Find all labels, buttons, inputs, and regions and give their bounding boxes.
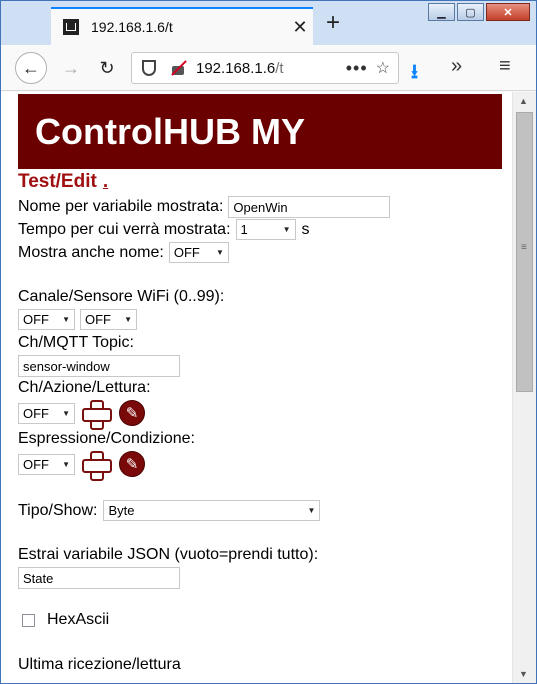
tab-bar: 192.168.1.6/t ✕ + ▁ ▢ ✕: [1, 1, 536, 45]
insecure-lock-icon[interactable]: [170, 60, 186, 76]
back-arrow-icon[interactable]: ←: [15, 52, 47, 84]
url-bar[interactable]: 192.168.1.6/t ••• ☆: [131, 52, 399, 84]
mqtt-label: Ch/MQTT Topic:: [18, 334, 134, 351]
channel-label: Canale/Sensore WiFi (0..99):: [18, 288, 225, 305]
action-label: Ch/Azione/Lettura:: [18, 379, 151, 396]
bookmark-star-icon[interactable]: ☆: [376, 58, 390, 78]
hamburger-menu-icon[interactable]: ≡: [499, 55, 511, 78]
vertical-scrollbar[interactable]: ▲ ≡ ▼: [512, 92, 536, 683]
tab-active[interactable]: 192.168.1.6/t ✕: [51, 7, 313, 45]
chevron-down-icon: ▼: [124, 315, 132, 324]
minimize-button[interactable]: ▁: [428, 3, 455, 21]
new-tab-plus-icon[interactable]: +: [319, 9, 347, 37]
forward-arrow-icon[interactable]: →: [55, 52, 87, 84]
page-header: ControlHUB MY: [18, 94, 502, 169]
action-select[interactable]: OFF ▼: [18, 402, 75, 424]
add-expression-plus-icon[interactable]: [81, 450, 112, 481]
url-path: /t: [275, 59, 284, 77]
chevron-down-icon: ▼: [62, 459, 70, 469]
show-name-select[interactable]: OFF ▼: [168, 242, 229, 263]
browser-window: 192.168.1.6/t ✕ + ▁ ▢ ✕ ← → ↻ 192.168.1.…: [0, 0, 537, 684]
name-input[interactable]: OpenWin: [228, 196, 391, 218]
url-host: 192.168.1.6: [196, 59, 276, 77]
show-name-label: Mostra anche nome:: [18, 243, 164, 261]
page-actions-icon[interactable]: •••: [346, 58, 368, 79]
mqtt-topic-input[interactable]: sensor-window: [18, 355, 180, 377]
tab-title: 192.168.1.6/t: [91, 19, 173, 35]
chevron-down-icon: ▼: [62, 315, 70, 324]
type-select[interactable]: Byte ▼: [103, 500, 321, 521]
time-label: Tempo per cui verrà mostrata:: [18, 220, 231, 238]
chevron-down-icon: ▼: [62, 408, 70, 418]
channel-select-1[interactable]: OFF ▼: [18, 309, 75, 330]
page-viewport: ControlHUB MY Test/Edit . Nome per varia…: [1, 92, 512, 683]
close-window-button[interactable]: ✕: [486, 3, 530, 21]
scroll-down-arrow-icon[interactable]: ▼: [519, 669, 528, 679]
reload-icon[interactable]: ↻: [91, 52, 123, 84]
json-path-input[interactable]: State: [18, 567, 180, 589]
header-title: ControlHUB MY: [35, 111, 305, 152]
add-action-plus-icon[interactable]: [81, 399, 112, 430]
scroll-up-arrow-icon[interactable]: ▲: [519, 96, 528, 106]
time-unit: s: [301, 220, 310, 238]
maximize-button[interactable]: ▢: [457, 3, 484, 21]
edit-action-pencil-icon[interactable]: ✎: [119, 400, 145, 426]
download-icon[interactable]: ⭳: [411, 57, 418, 91]
section-link[interactable]: .: [97, 171, 108, 193]
navigation-bar: ← → ↻ 192.168.1.6/t ••• ☆ ⭳ » ≡: [1, 45, 536, 91]
expr-label: Espressione/Condizione:: [18, 430, 195, 447]
chevron-down-icon: ▼: [215, 248, 224, 257]
overflow-chevron-icon[interactable]: »: [451, 55, 462, 78]
last-reading-label: Ultima ricezione/lettura: [18, 656, 181, 673]
hexascii-checkbox[interactable]: [22, 613, 35, 627]
hexascii-label: HexAscii: [47, 611, 110, 628]
section-title: Test/Edit: [18, 171, 97, 192]
time-select[interactable]: 1 ▼: [235, 219, 296, 240]
scrollbar-grip-icon: ≡: [521, 242, 527, 253]
type-label: Tipo/Show:: [18, 501, 98, 519]
json-label: Estrai variabile JSON (vuoto=prendi tutt…: [18, 546, 319, 563]
name-label: Nome per variabile mostrata:: [18, 198, 224, 215]
page-favicon-icon: [63, 19, 79, 35]
edit-expression-pencil-icon[interactable]: ✎: [119, 451, 145, 477]
chevron-down-icon: ▼: [307, 506, 316, 515]
window-controls: ▁ ▢ ✕: [426, 3, 530, 21]
tab-close-icon[interactable]: ✕: [287, 17, 313, 38]
expr-select[interactable]: OFF ▼: [18, 453, 75, 475]
tracking-shield-icon[interactable]: [142, 60, 156, 76]
chevron-down-icon: ▼: [282, 225, 291, 234]
channel-select-2[interactable]: OFF ▼: [80, 309, 137, 330]
